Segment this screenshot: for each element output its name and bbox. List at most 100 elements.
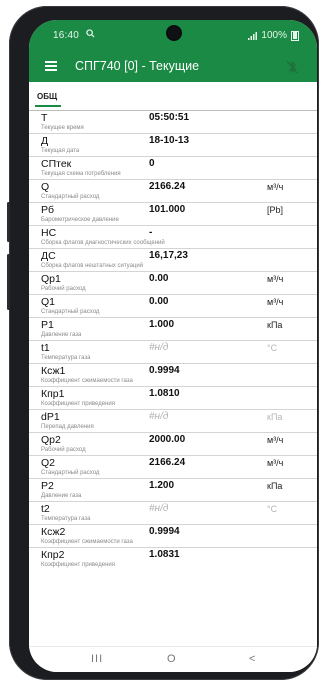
parameter-value: 05:50:51	[149, 112, 190, 123]
parameters-list: T Текущее время 05:50:51 Д Текущая дата 18-10…	[29, 110, 317, 570]
parameter-value: 0.00	[149, 273, 169, 284]
parameter-name: Q1	[41, 296, 56, 308]
parameter-unit: кПа	[267, 412, 283, 422]
parameter-unit: кПа	[267, 320, 283, 330]
parameter-unit: м³/ч	[267, 182, 284, 192]
signal-icon	[248, 31, 258, 40]
parameter-value: 2166.24	[149, 181, 186, 192]
parameter-description: Рабочий расход	[41, 286, 86, 292]
parameter-value: 1.200	[149, 480, 175, 491]
parameter-value: 1.0810	[149, 388, 180, 399]
parameter-name: T	[41, 112, 48, 124]
parameter-description: Перепад давления	[41, 424, 94, 430]
parameter-row: Q Стандартный расход 2166.24 м³/ч	[29, 179, 317, 202]
front-camera	[168, 27, 180, 39]
status-bar: 16:40 100%	[29, 20, 317, 52]
recent-apps-button[interactable]: III	[91, 653, 103, 665]
parameter-description: Сборка флагов диагностических сообщений	[41, 240, 165, 246]
parameter-description: Давление газа	[41, 332, 82, 338]
parameter-name: НС	[41, 227, 57, 239]
menu-icon[interactable]	[45, 61, 57, 71]
parameter-row: Ксж1 Коэффициент сжимаемости газа 0.9994	[29, 363, 317, 386]
bluetooth-disabled-icon[interactable]	[285, 59, 299, 75]
battery-icon	[291, 30, 299, 41]
parameter-name: Q2	[41, 457, 56, 469]
parameter-name: Qр1	[41, 273, 61, 285]
status-time: 16:40	[53, 30, 80, 41]
parameter-unit: м³/ч	[267, 274, 284, 284]
parameter-description: Текущая схема потребления	[41, 171, 121, 177]
parameter-unit: °C	[267, 504, 278, 514]
parameter-row: Q2 Стандартный расход 2166.24 м³/ч	[29, 455, 317, 478]
parameter-description: Температура газа	[41, 516, 91, 522]
parameter-value: #н/д	[149, 342, 169, 353]
parameter-value: 1.0831	[149, 549, 180, 560]
parameter-row: Кпр2 Коэффициент приведения 1.0831	[29, 547, 317, 570]
parameter-name: P1	[41, 319, 54, 331]
parameter-unit: [Pb]	[267, 205, 284, 215]
back-button[interactable]: <	[249, 653, 255, 665]
parameter-description: Коэффициент приведения	[41, 401, 115, 407]
parameter-value: 1.000	[149, 319, 175, 330]
parameter-row: P1 Давление газа 1.000 кПа	[29, 317, 317, 340]
parameter-value: 0.00	[149, 296, 169, 307]
parameter-unit: кПа	[267, 481, 283, 491]
parameter-description: Коэффициент сжимаемости газа	[41, 378, 133, 384]
parameter-row: ДС Сборка флагов нештатных ситуаций 16,17,…	[29, 248, 317, 271]
parameter-name: P2	[41, 480, 54, 492]
parameter-description: Температура газа	[41, 355, 91, 361]
parameter-row: Qр1 Рабочий расход 0.00 м³/ч	[29, 271, 317, 294]
app-bar: СПГ740 [0] - Текущие	[29, 52, 317, 82]
parameter-description: Стандартный расход	[41, 309, 100, 315]
parameter-row: Кпр1 Коэффициент приведения 1.0810	[29, 386, 317, 409]
parameter-description: Стандартный расход	[41, 470, 100, 476]
parameter-row: Q1 Стандартный расход 0.00 м³/ч	[29, 294, 317, 317]
parameter-value: 2000.00	[149, 434, 186, 445]
parameter-name: dP1	[41, 411, 60, 423]
tab-general[interactable]: ОБЩ	[37, 92, 57, 101]
parameter-name: Qр2	[41, 434, 61, 446]
parameter-row: Рб Барометрическое давление 101.000 [Pb]	[29, 202, 317, 225]
volume-button	[7, 202, 10, 242]
parameter-row: НС Сборка флагов диагностических сообщени…	[29, 225, 317, 248]
screen: 16:40 100% СПГ740 [0] - Текущие ОБЩ T Те…	[29, 20, 317, 672]
search-icon	[86, 29, 95, 38]
parameter-row: P2 Давление газа 1.200 кПа	[29, 478, 317, 501]
parameter-row: T Текущее время 05:50:51	[29, 110, 317, 133]
power-button	[7, 254, 10, 310]
parameter-name: ДС	[41, 250, 56, 262]
parameter-unit: м³/ч	[267, 435, 284, 445]
parameter-value: #н/д	[149, 503, 169, 514]
parameter-unit: °C	[267, 343, 278, 353]
parameter-row: t1 Температура газа #н/д °C	[29, 340, 317, 363]
battery-percent: 100%	[261, 30, 287, 41]
parameter-description: Текущая дата	[41, 148, 80, 154]
parameter-name: Ксж2	[41, 526, 66, 538]
parameter-description: Рабочий расход	[41, 447, 86, 453]
parameter-value: 2166.24	[149, 457, 186, 468]
parameter-name: Д	[41, 135, 49, 147]
parameter-value: 0	[149, 158, 155, 169]
parameter-name: t2	[41, 503, 50, 515]
parameter-value: 101.000	[149, 204, 186, 215]
page-title: СПГ740 [0] - Текущие	[75, 59, 200, 73]
parameter-description: Сборка флагов нештатных ситуаций	[41, 263, 144, 269]
parameter-value: 18-10-13	[149, 135, 190, 146]
parameter-name: Ксж1	[41, 365, 66, 377]
parameter-description: Коэффициент сжимаемости газа	[41, 539, 133, 545]
parameter-value: #н/д	[149, 411, 169, 422]
parameter-value: -	[149, 227, 153, 238]
parameter-description: Коэффициент приведения	[41, 562, 115, 568]
navigation-bar: III O <	[29, 646, 317, 672]
tab-indicator	[35, 105, 61, 107]
parameter-name: СПтек	[41, 158, 72, 170]
phone-frame: 16:40 100% СПГ740 [0] - Текущие ОБЩ T Те…	[7, 6, 319, 680]
parameter-unit: м³/ч	[267, 297, 284, 307]
parameter-value: 0.9994	[149, 365, 180, 376]
status-indicators: 100%	[248, 30, 299, 41]
parameter-unit: м³/ч	[267, 458, 284, 468]
parameter-name: Кпр1	[41, 388, 65, 400]
home-button[interactable]: O	[167, 653, 176, 665]
parameter-row: t2 Температура газа #н/д °C	[29, 501, 317, 524]
tab-bar: ОБЩ	[29, 82, 317, 108]
